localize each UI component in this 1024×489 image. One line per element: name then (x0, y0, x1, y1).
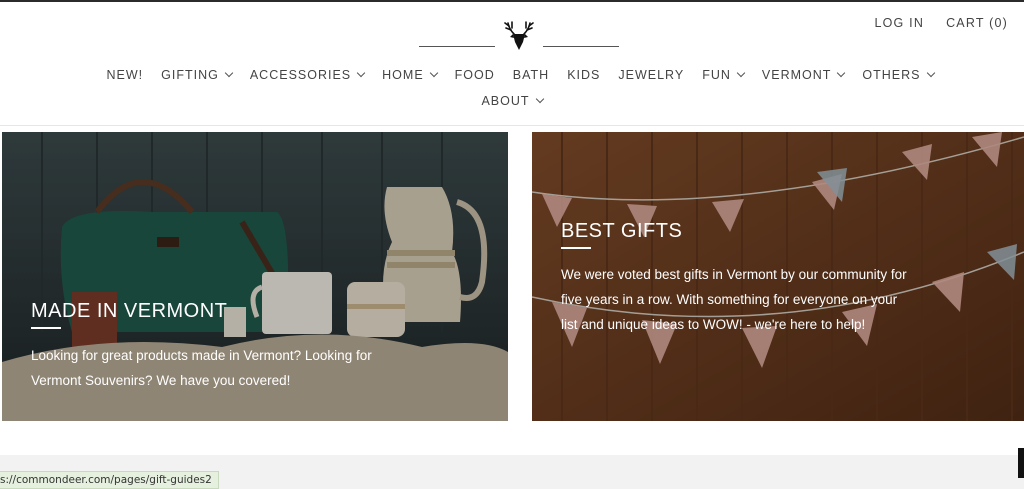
cart-link[interactable]: CART (0) (946, 16, 1008, 30)
nav-item-label: GIFTING (161, 68, 219, 82)
title-underline (561, 247, 591, 249)
banner-title: MADE IN VERMONT (31, 300, 228, 322)
main-nav: NEW! GIFTING ACCESSORIES HOME FOOD BATH KIDS JE… (0, 68, 1024, 82)
nav-item-label: VERMONT (761, 68, 832, 82)
banner-title: BEST GIFTS (561, 220, 683, 242)
nav-item-bath[interactable]: BATH (513, 68, 549, 82)
chevron-down-icon (736, 68, 746, 78)
logo[interactable] (419, 19, 619, 51)
logo-line-right (543, 46, 619, 47)
nav-item-jewelry[interactable]: JEWELRY (618, 68, 684, 82)
nav-item-accessories[interactable]: ACCESSORIES (249, 68, 366, 82)
logo-line-left (419, 46, 495, 47)
deer-antlers-icon (504, 21, 534, 50)
banner-description: Looking for great products made in Vermo… (31, 348, 372, 388)
nav-item-label: FOOD (454, 68, 495, 82)
best-gifts-banner[interactable]: BEST GIFTS We were voted best gifts in V… (532, 132, 1024, 421)
nav-item-food[interactable]: FOOD (455, 68, 495, 82)
nav-item-others[interactable]: OTHERS (862, 68, 935, 82)
header-divider (0, 125, 1024, 126)
nav-item-home[interactable]: HOME (382, 68, 438, 82)
nav-item-label: JEWELRY (618, 68, 685, 82)
nav-item-label: OTHERS (862, 68, 921, 82)
chevron-down-icon (926, 68, 935, 78)
nav-item-about[interactable]: ABOUT (481, 94, 544, 108)
nav-item-label: FUN (702, 68, 731, 82)
banner-description: We were voted best gifts in Vermont by o… (561, 267, 907, 332)
nav-item-label: KIDS (567, 68, 601, 82)
nav-item-vermont[interactable]: VERMONT (761, 68, 846, 82)
browser-status-url: s://commondeer.com/pages/gift-guides2 (0, 471, 219, 489)
chevron-down-icon (356, 68, 366, 78)
main-nav-row2: ABOUT (0, 94, 1024, 108)
chevron-down-icon (837, 68, 846, 78)
utility-links: LOG IN CART (0) (874, 16, 1008, 30)
made-in-vermont-banner[interactable]: MADE IN VERMONT Looking for great produc… (2, 132, 508, 421)
site-header: LOG IN CART (0) NEW! GIFTING ACCESSORIES HO… (0, 2, 1024, 124)
nav-item-label: NEW! (106, 68, 144, 82)
chevron-down-icon (224, 68, 234, 78)
title-underline (31, 327, 61, 329)
nav-item-label: ACCESSORIES (249, 68, 352, 82)
chevron-down-icon (429, 68, 438, 78)
nav-item-label: ABOUT (481, 94, 530, 108)
log-in-link[interactable]: LOG IN (874, 16, 924, 30)
nav-item-gifting[interactable]: GIFTING (161, 68, 234, 82)
scrollbar-thumb[interactable] (1018, 448, 1024, 478)
nav-item-label: HOME (382, 68, 424, 82)
nav-item-label: BATH (512, 68, 550, 82)
nav-item-fun[interactable]: FUN (702, 68, 746, 82)
chevron-down-icon (535, 94, 544, 104)
nav-item-kids[interactable]: KIDS (567, 68, 600, 82)
nav-item-new[interactable]: NEW! (107, 68, 144, 82)
